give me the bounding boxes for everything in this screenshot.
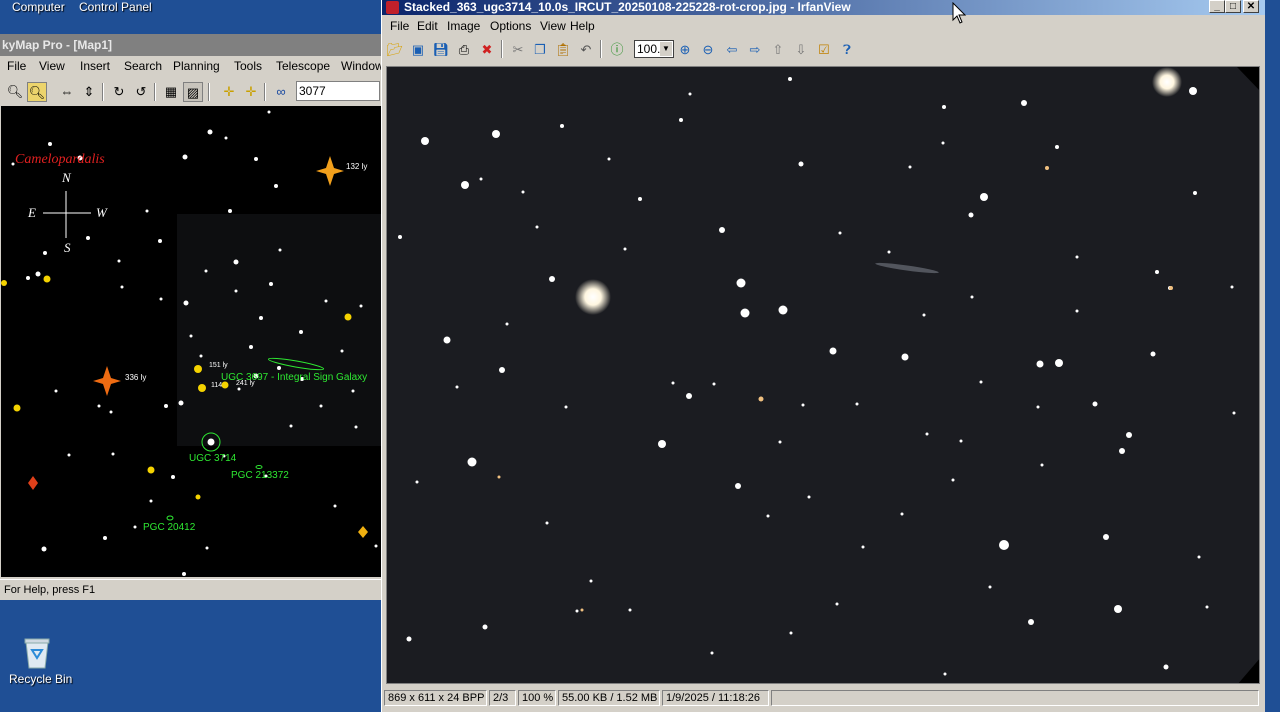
label-pgc20412[interactable]: PGC 20412 bbox=[143, 522, 195, 533]
previous-icon[interactable]: ⇦ bbox=[722, 40, 742, 60]
status-zoom: 100 % bbox=[518, 690, 556, 706]
copy-icon[interactable]: ❐ bbox=[530, 40, 550, 60]
crosshair-icon[interactable]: ✛ bbox=[219, 82, 239, 102]
grid-icon[interactable]: ▦ bbox=[161, 82, 181, 102]
skymap-window[interactable]: kyMap Pro - [Map1] File View Insert Sear… bbox=[0, 34, 382, 600]
menu-window[interactable]: Window bbox=[341, 56, 381, 77]
delete-icon[interactable]: ✖ bbox=[477, 40, 497, 60]
status-datetime: 1/9/2025 / 11:18:26 bbox=[662, 690, 769, 706]
menu-image[interactable]: Image bbox=[447, 16, 480, 37]
compass-s: S bbox=[64, 240, 71, 255]
status-filesize: 55.00 KB / 1.52 MB bbox=[558, 690, 660, 706]
maximize-button[interactable]: □ bbox=[1225, 0, 1241, 13]
menu-tools[interactable]: Tools bbox=[234, 56, 262, 77]
help-icon[interactable]: ❓︎ bbox=[837, 40, 857, 60]
crosshair-alt-icon[interactable]: ✛ bbox=[241, 82, 261, 102]
first-icon[interactable]: ⇧ bbox=[768, 40, 788, 60]
desktop-link-control-panel[interactable]: Control Panel bbox=[79, 0, 152, 14]
compass-w: W bbox=[96, 205, 107, 220]
cut-icon[interactable]: ✂ bbox=[508, 40, 528, 60]
sky-map-view[interactable]: Camelopardalis N S E W 132 ly 336 ly 151… bbox=[1, 106, 381, 577]
irfanview-menubar: File Edit Image Options View Help bbox=[382, 16, 1265, 36]
binoculars-icon[interactable]: ∞ bbox=[271, 82, 291, 102]
irfanview-title: Stacked_363_ugc3714_10.0s_IRCUT_20250108… bbox=[404, 0, 851, 14]
menu-file[interactable]: File bbox=[390, 16, 409, 37]
skymap-titlebar[interactable]: kyMap Pro - [Map1] bbox=[0, 34, 381, 56]
close-button[interactable]: ✕ bbox=[1243, 0, 1259, 13]
save-icon[interactable]: 💾︎ bbox=[431, 40, 451, 60]
distance-label: 151 ly bbox=[209, 362, 228, 369]
sky-search-input[interactable]: 3077 bbox=[296, 81, 380, 101]
recycle-bin-icon bbox=[24, 638, 50, 669]
irfanview-toolbar: 📂︎ ▣ 💾︎ ⎙ ✖ ✂ ❐ 📋︎ ↶ ⓘ ⊕ ⊖ ⇦ ⇨ ⇧ ⇩ ☑ ❓︎ bbox=[382, 38, 1265, 62]
overlay-image-patch bbox=[177, 214, 381, 446]
info-icon[interactable]: ⓘ bbox=[607, 40, 627, 60]
label-ugc3714[interactable]: UGC 3714 bbox=[189, 453, 236, 464]
menu-view[interactable]: View bbox=[39, 56, 65, 77]
status-empty bbox=[771, 690, 1259, 706]
next-icon[interactable]: ⇨ bbox=[745, 40, 765, 60]
properties-icon[interactable]: ☑ bbox=[814, 40, 834, 60]
compass-n: N bbox=[62, 170, 71, 185]
paste-icon[interactable]: 📋︎ bbox=[553, 40, 573, 60]
menu-search[interactable]: Search bbox=[124, 56, 162, 77]
label-pgc213372[interactable]: PGC 213372 bbox=[231, 470, 289, 481]
irfanview-window[interactable]: Stacked_363_ugc3714_10.0s_IRCUT_20250108… bbox=[381, 0, 1265, 712]
distance-label: 114 bbox=[211, 382, 223, 389]
minimize-button[interactable]: _ bbox=[1209, 0, 1225, 13]
menu-help[interactable]: Help bbox=[570, 16, 595, 37]
status-index: 2/3 bbox=[489, 690, 516, 706]
open-folder-icon[interactable]: 📂︎ bbox=[385, 40, 405, 60]
zoom-out-icon[interactable]: 🔍︎ bbox=[5, 82, 25, 102]
last-icon[interactable]: ⇩ bbox=[791, 40, 811, 60]
menu-planning[interactable]: Planning bbox=[173, 56, 220, 77]
menu-file[interactable]: File bbox=[7, 56, 26, 77]
chevron-down-icon[interactable]: ▼ bbox=[660, 42, 672, 56]
irfanview-app-icon bbox=[386, 1, 399, 14]
zoom-in-icon[interactable]: 🔍︎ bbox=[27, 82, 47, 102]
distance-label: 132 ly bbox=[346, 162, 368, 171]
menu-view[interactable]: View bbox=[540, 16, 566, 37]
recycle-bin-label: Recycle Bin bbox=[9, 672, 73, 686]
expand-horizontal-icon[interactable]: ⇔ bbox=[57, 82, 77, 102]
desktop-link-computer[interactable]: Computer bbox=[12, 0, 65, 14]
compass-e: E bbox=[28, 205, 36, 220]
menu-telescope[interactable]: Telescope bbox=[276, 56, 330, 77]
skymap-menubar: File View Insert Search Planning Tools T… bbox=[0, 56, 381, 77]
mouse-cursor-icon bbox=[952, 2, 967, 24]
constellation-label: Camelopardalis bbox=[15, 152, 105, 167]
zoom-out-icon[interactable]: ⊖ bbox=[698, 40, 718, 60]
status-dimensions: 869 x 611 x 24 BPP bbox=[384, 690, 487, 706]
grid-alt-icon[interactable]: ▨ bbox=[183, 82, 203, 102]
irfanview-titlebar[interactable]: Stacked_363_ugc3714_10.0s_IRCUT_20250108… bbox=[382, 0, 1265, 15]
rotate-ccw-icon[interactable]: ↺ bbox=[131, 82, 151, 102]
print-icon[interactable]: ⎙ bbox=[454, 40, 474, 60]
irfanview-statusbar: 869 x 611 x 24 BPP 2/3 100 % 55.00 KB / … bbox=[382, 688, 1265, 708]
rotate-cw-icon[interactable]: ↻ bbox=[109, 82, 129, 102]
undo-icon[interactable]: ↶ bbox=[576, 40, 596, 60]
skymap-statusbar: For Help, press F1 bbox=[0, 579, 381, 600]
label-ugc3697[interactable]: UGC 3697 - Integral Sign Galaxy bbox=[221, 372, 367, 383]
menu-options[interactable]: Options bbox=[490, 16, 531, 37]
menu-edit[interactable]: Edit bbox=[417, 16, 438, 37]
expand-vertical-icon[interactable]: ⇕ bbox=[79, 82, 99, 102]
image-view[interactable] bbox=[386, 66, 1260, 684]
recycle-bin[interactable]: Recycle Bin bbox=[0, 630, 74, 690]
menu-insert[interactable]: Insert bbox=[80, 56, 110, 77]
distance-label: 336 ly bbox=[125, 373, 147, 382]
thumbnails-icon[interactable]: ▣ bbox=[408, 40, 428, 60]
zoom-in-icon[interactable]: ⊕ bbox=[675, 40, 695, 60]
